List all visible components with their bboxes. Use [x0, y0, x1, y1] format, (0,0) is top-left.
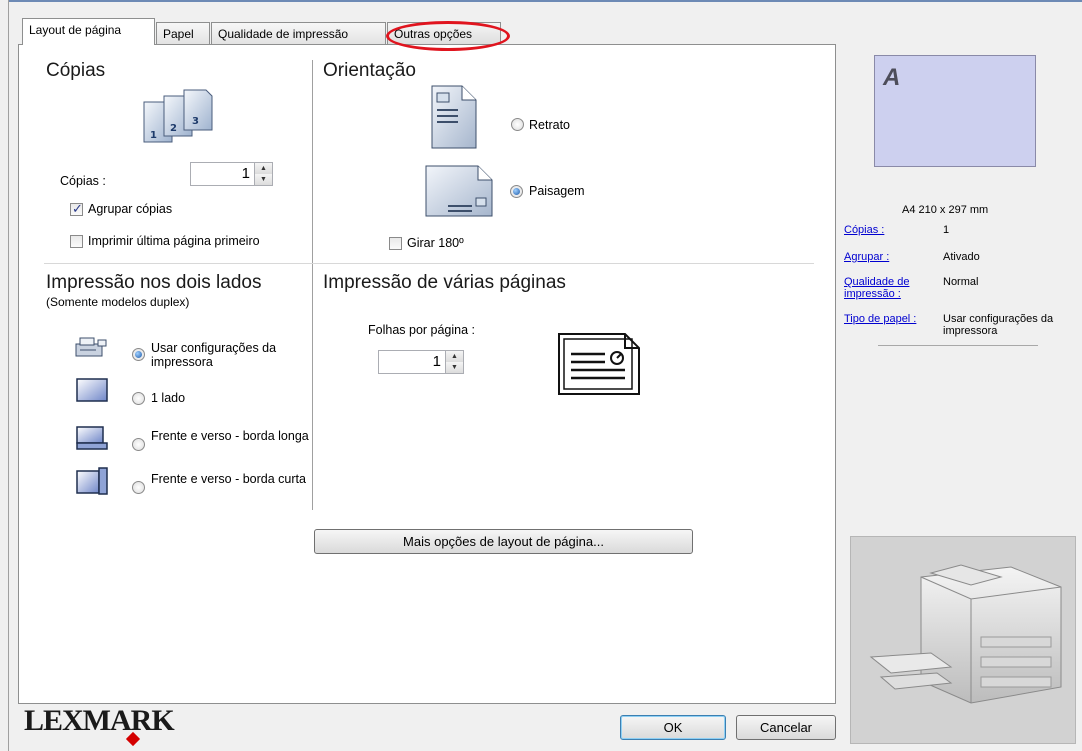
nup-pages-stepper[interactable]: 1 ▲ ▼: [378, 350, 464, 374]
collate-label: Agrupar cópias: [88, 202, 173, 216]
copies-value: 1: [241, 165, 250, 182]
nup-pages-label: Folhas por página :: [368, 323, 476, 337]
window-top-border: [0, 0, 1082, 2]
window-left-border: [0, 0, 9, 751]
landscape-label: Paisagem: [529, 184, 585, 198]
summary-paper-type-key[interactable]: Tipo de papel :: [844, 313, 916, 325]
duplex-one-side-radio[interactable]: [132, 392, 145, 405]
spin-down-icon[interactable]: ▼: [255, 174, 272, 185]
duplex-option-label: Frente e verso - borda curta: [151, 472, 306, 486]
duplex-option-label: Frente e verso - borda longa: [151, 429, 309, 443]
reverse-order-checkbox[interactable]: [70, 235, 83, 248]
duplex-printer-default-radio[interactable]: [132, 348, 145, 361]
tab-label: Qualidade de impressão: [218, 27, 349, 41]
tab-label: Papel: [163, 27, 194, 41]
highlight-ellipse: [386, 21, 510, 51]
portrait-radio[interactable]: [511, 118, 524, 131]
summary-quality-key[interactable]: Qualidade de impressão :: [844, 276, 930, 300]
portrait-icon: [428, 84, 484, 152]
lexmark-logo: LEXMARK: [24, 704, 175, 737]
orientation-title: Orientação: [323, 60, 416, 81]
duplex-option-label: 1 lado: [151, 391, 186, 405]
long-edge-icon: [76, 426, 108, 450]
spin-down-icon[interactable]: ▼: [446, 362, 463, 373]
more-layout-options-button[interactable]: Mais opções de layout de página...: [314, 529, 693, 554]
summary-copies-key[interactable]: Cópias :: [844, 224, 884, 236]
collate-checkbox[interactable]: [70, 201, 83, 217]
nup-page-icon: [555, 330, 643, 398]
summary-quality-value: Normal: [943, 276, 979, 288]
summary-collate-key[interactable]: Agrupar :: [844, 251, 889, 263]
duplex-long-edge-radio[interactable]: [132, 438, 145, 451]
section-divider: [312, 60, 313, 510]
spin-up-icon[interactable]: ▲: [255, 163, 272, 174]
duplex-title: Impressão nos dois lados: [46, 272, 262, 293]
tab-paper[interactable]: Papel: [156, 22, 210, 44]
svg-text:2: 2: [170, 123, 177, 134]
summary-copies-value: 1: [943, 224, 950, 236]
landscape-radio[interactable]: [510, 185, 523, 198]
copies-icon: 1 2 3: [140, 84, 230, 146]
copies-stepper[interactable]: 1 ▲ ▼: [190, 162, 273, 186]
printer-image: [850, 536, 1076, 744]
nup-pages-value: 1: [432, 353, 441, 370]
ok-label: OK: [663, 720, 683, 735]
cancel-button[interactable]: Cancelar: [736, 715, 836, 740]
cancel-label: Cancelar: [759, 720, 813, 735]
summary-collate-value: Ativado: [943, 251, 980, 263]
section-separator: [44, 263, 814, 264]
paper-size-label: A4 210 x 297 mm: [902, 204, 989, 216]
duplex-short-edge-radio[interactable]: [132, 481, 145, 494]
preview-letter: A: [883, 64, 901, 91]
duplex-subtitle: (Somente modelos duplex): [46, 295, 190, 309]
copies-label: Cópias :: [60, 174, 106, 188]
summary-paper-type-value: Usar configurações da impressora: [943, 313, 1054, 337]
landscape-icon: [424, 162, 496, 224]
portrait-label: Retrato: [529, 118, 570, 132]
reverse-order-label: Imprimir última página primeiro: [88, 234, 260, 248]
rotate-label: Girar 180º: [407, 236, 464, 250]
rotate-checkbox[interactable]: [389, 237, 402, 250]
tab-layout[interactable]: Layout de página: [22, 18, 155, 45]
svg-text:3: 3: [192, 116, 199, 127]
printer-default-icon: [74, 336, 108, 360]
spin-up-icon[interactable]: ▲: [446, 351, 463, 362]
summary-separator: [878, 345, 1038, 346]
tab-print-quality[interactable]: Qualidade de impressão: [211, 22, 386, 44]
svg-text:1: 1: [150, 130, 157, 141]
more-layout-options-label: Mais opções de layout de página...: [403, 534, 604, 549]
paper-preview: A: [874, 55, 1036, 167]
copies-title: Cópias: [46, 60, 106, 81]
ok-button[interactable]: OK: [620, 715, 726, 740]
nup-title: Impressão de várias páginas: [323, 272, 566, 293]
tab-label: Layout de página: [29, 23, 122, 37]
single-sided-icon: [76, 378, 108, 402]
short-edge-icon: [76, 467, 108, 495]
duplex-option-label: Usar configurações da impressora: [151, 341, 277, 369]
